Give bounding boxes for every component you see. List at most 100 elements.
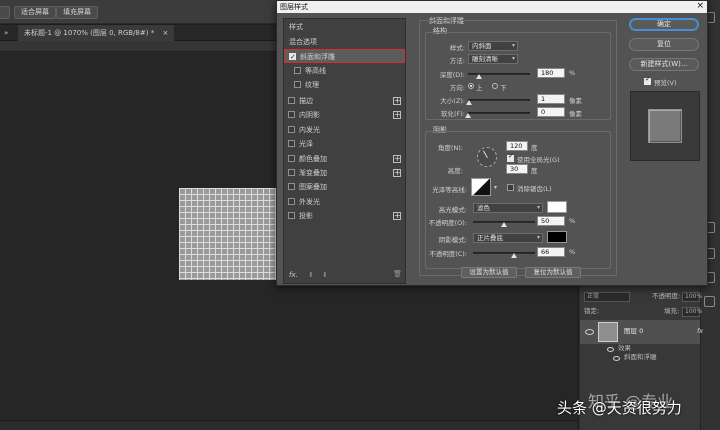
move-down-icon[interactable]: ⬇ xyxy=(322,271,328,279)
direction-up-label: 上 xyxy=(476,84,483,92)
panel-icon-4[interactable] xyxy=(704,296,715,307)
fit-screen-button[interactable]: 适合屏幕 xyxy=(14,6,56,19)
pattern-overlay-checkbox[interactable] xyxy=(288,183,295,190)
depth-field[interactable]: 180 xyxy=(537,68,565,78)
tab-close-icon[interactable]: × xyxy=(162,29,168,37)
shadow-opacity-slider-thumb[interactable] xyxy=(510,253,517,258)
inner-glow-checkbox[interactable] xyxy=(288,126,295,133)
shadow-mode-select[interactable]: 正片叠底 xyxy=(473,233,543,243)
layer-name[interactable]: 图层 0 xyxy=(624,326,643,337)
soften-slider-track[interactable] xyxy=(468,112,530,114)
style-item-stroke[interactable]: 描边 + xyxy=(284,94,405,108)
altitude-field[interactable]: 30 xyxy=(506,164,528,174)
direction-down-radio[interactable] xyxy=(492,83,498,89)
soften-slider-thumb[interactable] xyxy=(465,113,471,118)
fill-screen-button[interactable]: 填充屏幕 xyxy=(56,6,98,19)
anti-alias-checkbox[interactable] xyxy=(507,184,514,191)
inner-shadow-checkbox[interactable] xyxy=(288,111,295,118)
stroke-checkbox[interactable] xyxy=(288,97,295,104)
add-drop-shadow-plus-icon[interactable]: + xyxy=(393,212,401,220)
texture-checkbox[interactable] xyxy=(294,81,301,88)
anti-alias-label: 消除锯齿(L) xyxy=(517,185,552,193)
tab-document[interactable]: 未标题-1 @ 1070% (图层 0, RGB/8#) * × xyxy=(18,25,175,41)
style-item-inner-shadow[interactable]: 内阴影 + xyxy=(284,108,405,122)
highlight-color-swatch[interactable] xyxy=(547,201,567,213)
gradient-overlay-checkbox[interactable] xyxy=(288,169,295,176)
layer-fx-badge[interactable]: fx xyxy=(697,326,703,337)
add-color-overlay-plus-icon[interactable]: + xyxy=(393,155,401,163)
tab-document-label: 未标题-1 @ 1070% (图层 0, RGB/8#) * xyxy=(24,29,155,37)
preview-checkbox[interactable] xyxy=(644,75,651,85)
technique-select[interactable]: 雕刻清晰 xyxy=(468,54,518,64)
styles-list: 样式 混合选项 斜面和浮雕 等高线 纹理 描边 + 内阴影 + 内发光 xyxy=(283,18,406,284)
shadow-color-swatch[interactable] xyxy=(547,231,567,243)
global-light-checkbox[interactable] xyxy=(507,152,514,162)
reset-button[interactable]: 复位 xyxy=(629,38,699,51)
gloss-contour-picker[interactable] xyxy=(471,178,491,196)
contour-checkbox[interactable] xyxy=(294,67,301,74)
new-style-button[interactable]: 新建样式(W)... xyxy=(629,58,699,71)
color-overlay-checkbox[interactable] xyxy=(288,155,295,162)
watermark-toutiao: 头条 @天资很努力 xyxy=(557,399,682,417)
layer-opacity-label: 不透明度: xyxy=(652,292,681,300)
layer-blend-mode-select[interactable]: 正常 xyxy=(584,292,630,302)
style-item-contour[interactable]: 等高线 xyxy=(284,64,405,78)
style-preview-swatch xyxy=(648,109,682,143)
add-stroke-plus-icon[interactable]: + xyxy=(393,97,401,105)
highlight-opacity-slider-thumb[interactable] xyxy=(501,222,507,227)
bevel-effect-label[interactable]: 斜面和浮雕 xyxy=(624,352,657,363)
altitude-unit: 度 xyxy=(531,167,538,175)
fill-field[interactable]: 100% xyxy=(682,307,702,317)
outer-glow-checkbox[interactable] xyxy=(288,198,295,205)
style-item-drop-shadow[interactable]: 投影 + xyxy=(284,209,405,223)
dialog-close-icon[interactable]: × xyxy=(696,1,704,12)
style-item-color-overlay[interactable]: 颜色叠加 + xyxy=(284,152,405,166)
highlight-mode-select[interactable]: 滤色 xyxy=(473,203,543,213)
size-field[interactable]: 1 xyxy=(537,94,565,104)
move-up-icon[interactable]: ⬆ xyxy=(308,271,314,279)
dialog-title-bar: 图层样式 × xyxy=(277,1,707,13)
shadow-opacity-slider-track[interactable] xyxy=(473,252,535,254)
delete-effect-icon[interactable]: 🗑 xyxy=(393,270,402,278)
style-item-pattern-overlay[interactable]: 图案叠加 xyxy=(284,180,405,194)
bevel-style-select[interactable]: 内斜面 xyxy=(468,41,518,51)
shadow-opacity-field[interactable]: 66 xyxy=(537,247,565,257)
bevel-effect-eye-icon[interactable] xyxy=(613,356,620,361)
drop-shadow-checkbox[interactable] xyxy=(288,212,295,219)
layer-opacity-field[interactable]: 100% xyxy=(682,292,702,302)
blend-options-item[interactable]: 混合选项 xyxy=(289,37,317,47)
styles-header[interactable]: 样式 xyxy=(289,22,303,32)
style-item-label: 图案叠加 xyxy=(299,183,327,191)
angle-field[interactable]: 120 xyxy=(506,141,528,151)
angle-unit: 度 xyxy=(531,144,538,152)
set-default-button[interactable]: 设置为默认值 xyxy=(461,267,517,278)
highlight-opacity-field[interactable]: 50 xyxy=(537,216,565,226)
effects-visibility-eye-icon[interactable] xyxy=(607,347,614,352)
add-inner-shadow-plus-icon[interactable]: + xyxy=(393,111,401,119)
reset-default-button[interactable]: 复位为默认值 xyxy=(525,267,581,278)
satin-checkbox[interactable] xyxy=(288,140,295,147)
size-slider-thumb[interactable] xyxy=(465,100,472,105)
toolbar-left-fragment[interactable] xyxy=(0,6,10,19)
style-item-label: 描边 xyxy=(299,97,313,105)
ok-button[interactable]: 确定 xyxy=(629,18,699,31)
gloss-contour-dropdown-icon[interactable]: ▾ xyxy=(494,184,497,191)
soften-field[interactable]: 0 xyxy=(537,107,565,117)
style-item-bevel-emboss[interactable]: 斜面和浮雕 xyxy=(284,49,405,64)
add-gradient-overlay-plus-icon[interactable]: + xyxy=(393,169,401,177)
direction-up-radio[interactable] xyxy=(468,83,474,89)
depth-slider-thumb[interactable] xyxy=(476,74,483,79)
style-item-outer-glow[interactable]: 外发光 xyxy=(284,195,405,209)
status-bar xyxy=(0,420,578,430)
bevel-emboss-checkbox[interactable] xyxy=(289,50,296,64)
style-item-satin[interactable]: 光泽 xyxy=(284,137,405,151)
fx-menu-icon[interactable]: fx. xyxy=(289,271,298,279)
style-item-inner-glow[interactable]: 内发光 xyxy=(284,123,405,137)
size-unit: 像素 xyxy=(569,97,582,105)
style-item-texture[interactable]: 纹理 xyxy=(284,78,405,92)
size-slider-track[interactable] xyxy=(468,99,530,101)
layer-visibility-eye-icon[interactable] xyxy=(585,329,594,335)
angle-dial[interactable] xyxy=(477,147,497,167)
style-item-gradient-overlay[interactable]: 渐变叠加 + xyxy=(284,166,405,180)
tab-previous[interactable]: » xyxy=(0,25,14,41)
